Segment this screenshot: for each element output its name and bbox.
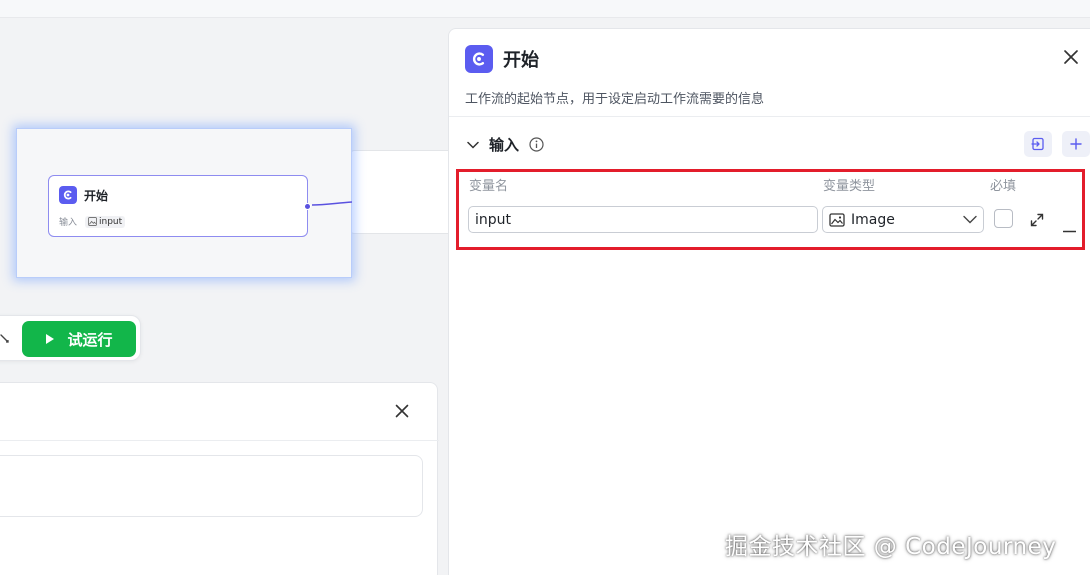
next-node-card[interactable]	[350, 150, 450, 234]
add-variable-button[interactable]	[1062, 131, 1090, 157]
import-icon	[1031, 137, 1044, 151]
variable-name-input[interactable]	[468, 206, 818, 233]
expand-icon[interactable]	[1030, 212, 1044, 231]
bottom-panel	[0, 382, 439, 575]
info-icon[interactable]	[529, 137, 544, 152]
import-variable-button[interactable]	[1024, 131, 1052, 157]
variable-type-select[interactable]: Image	[822, 206, 984, 233]
input-section-label: 输入	[489, 136, 520, 154]
start-node-input-chip: input	[85, 215, 126, 228]
image-icon	[88, 217, 97, 226]
column-header-type: 变量类型	[823, 179, 876, 194]
close-icon[interactable]	[395, 403, 409, 422]
start-node[interactable]: 开始 输入 input	[48, 175, 311, 237]
start-node-output-port[interactable]	[304, 203, 311, 210]
start-node-title: 开始	[84, 188, 109, 203]
column-header-name: 变量名	[469, 179, 509, 194]
play-icon	[46, 334, 55, 344]
bottom-panel-card	[0, 455, 423, 517]
start-logo-icon	[59, 186, 77, 204]
variable-type-value: Image	[851, 211, 895, 228]
input-section-header[interactable]: 输入	[467, 134, 544, 155]
test-run-button[interactable]: 试运行	[22, 321, 136, 357]
watermark: 掘金技术社区 @ CodeJourney	[725, 534, 1057, 560]
test-run-label: 试运行	[67, 330, 113, 349]
node-connector-line	[312, 201, 352, 206]
panel-divider	[449, 116, 1090, 117]
chevron-down-icon[interactable]	[467, 141, 479, 149]
column-header-required: 必填	[990, 179, 1017, 194]
required-checkbox[interactable]	[994, 209, 1013, 228]
tool-icon[interactable]	[0, 330, 11, 349]
bottom-panel-divider	[0, 440, 439, 441]
image-icon	[829, 212, 845, 227]
start-node-input-label: 输入	[59, 218, 78, 228]
chevron-down-icon	[963, 215, 977, 224]
start-logo-icon	[465, 45, 493, 73]
plus-icon	[1070, 138, 1082, 150]
node-settings-panel: 开始 工作流的起始节点，用于设定启动工作流需要的信息 输入	[448, 28, 1090, 575]
run-toolbar: 试运行	[0, 315, 141, 361]
top-bar	[0, 0, 1090, 18]
close-icon[interactable]	[1063, 49, 1079, 69]
minus-icon[interactable]	[1062, 218, 1077, 237]
panel-title: 开始	[503, 50, 539, 71]
panel-description: 工作流的起始节点，用于设定启动工作流需要的信息	[465, 92, 765, 107]
